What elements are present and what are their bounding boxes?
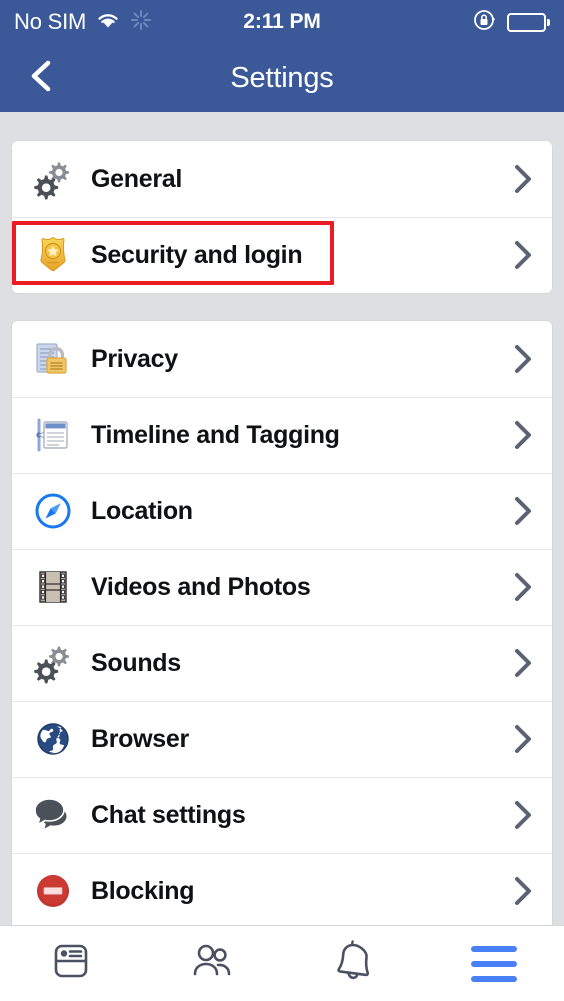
globe-icon — [32, 718, 74, 760]
back-button[interactable] — [18, 55, 64, 101]
tab-friends[interactable] — [141, 926, 282, 1001]
chevron-left-icon — [26, 59, 56, 98]
hamburger-menu-icon — [470, 945, 517, 982]
chevron-right-icon — [512, 647, 534, 679]
friends-icon — [189, 939, 235, 988]
settings-row-label: Timeline and Tagging — [91, 420, 340, 449]
settings-card-primary: General Security and login — [12, 141, 552, 293]
chevron-right-icon — [512, 163, 534, 195]
settings-row-label: Privacy — [91, 344, 178, 373]
timeline-icon — [32, 414, 74, 456]
chevron-right-icon — [512, 419, 534, 451]
tab-news-feed[interactable] — [0, 926, 141, 1001]
chevron-right-icon — [512, 571, 534, 603]
tab-notifications[interactable] — [282, 926, 423, 1001]
chevron-right-icon — [512, 239, 534, 271]
tab-menu[interactable] — [423, 926, 564, 1001]
settings-row-location[interactable]: Location — [12, 473, 552, 549]
shield-badge-icon — [32, 234, 74, 276]
gears-icon — [32, 158, 74, 200]
settings-row-label: Browser — [91, 724, 189, 753]
settings-list: General Security and login Privacy Timelin… — [0, 112, 564, 925]
settings-row-general[interactable]: General — [12, 141, 552, 217]
bottom-tab-bar — [0, 925, 564, 1001]
chat-bubbles-icon — [32, 794, 74, 836]
compass-icon — [32, 490, 74, 532]
settings-row-privacy[interactable]: Privacy — [12, 321, 552, 397]
gears-icon — [32, 642, 74, 684]
settings-row-chat-settings[interactable]: Chat settings — [12, 777, 552, 853]
navigation-bar: Settings — [0, 44, 564, 112]
settings-row-blocking[interactable]: Blocking — [12, 853, 552, 925]
settings-row-timeline-and-tagging[interactable]: Timeline and Tagging — [12, 397, 552, 473]
chevron-right-icon — [512, 799, 534, 831]
settings-row-label: Chat settings — [91, 800, 246, 829]
page-title: Settings — [230, 61, 334, 94]
chevron-right-icon — [512, 495, 534, 527]
settings-row-label: General — [91, 164, 183, 193]
settings-card-secondary: Privacy Timeline and Tagging Location Video… — [12, 321, 552, 925]
settings-row-sounds[interactable]: Sounds — [12, 625, 552, 701]
settings-row-videos-and-photos[interactable]: Videos and Photos — [12, 549, 552, 625]
settings-row-label: Security and login — [91, 240, 303, 269]
settings-row-label: Videos and Photos — [91, 572, 311, 601]
settings-screen: No SIM 2:11 PM Settings General Security… — [0, 0, 564, 1001]
settings-row-label: Location — [91, 496, 193, 525]
chevron-right-icon — [512, 723, 534, 755]
document-lock-icon — [32, 338, 74, 380]
no-entry-icon — [32, 870, 74, 912]
news-feed-icon — [49, 939, 93, 988]
bell-icon — [331, 938, 375, 989]
settings-row-label: Blocking — [91, 876, 195, 905]
settings-row-browser[interactable]: Browser — [12, 701, 552, 777]
clock-label: 2:11 PM — [243, 10, 321, 33]
status-bar: No SIM 2:11 PM — [0, 0, 564, 44]
settings-row-security-and-login[interactable]: Security and login — [12, 217, 552, 293]
chevron-right-icon — [512, 343, 534, 375]
settings-row-label: Sounds — [91, 648, 181, 677]
film-strip-icon — [32, 566, 74, 608]
chevron-right-icon — [512, 875, 534, 907]
